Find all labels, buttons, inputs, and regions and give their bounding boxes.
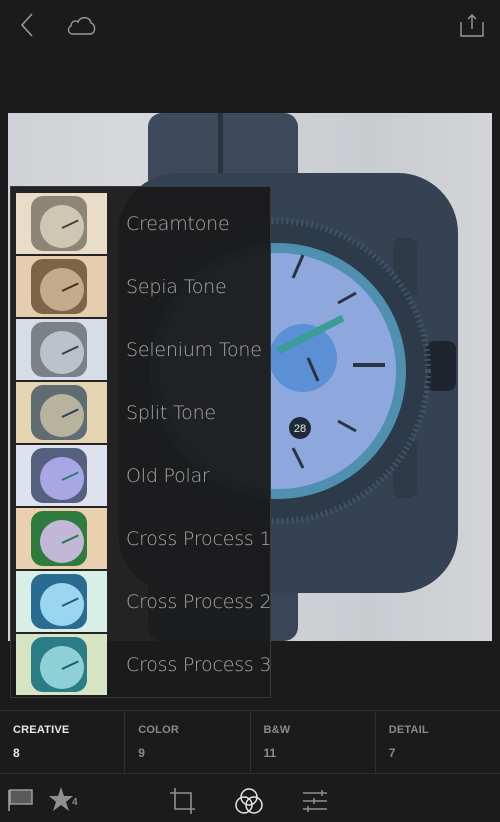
thumbnail-hand — [61, 408, 79, 418]
preset-item[interactable]: Sepia Tone — [16, 256, 266, 319]
thumbnail-watch — [31, 574, 87, 629]
preset-label: Selenium Tone — [126, 339, 262, 361]
preset-thumbnail — [16, 382, 107, 443]
thumbnail-face — [40, 646, 84, 689]
preset-item[interactable]: Old Polar — [16, 445, 266, 508]
share-icon[interactable] — [458, 12, 486, 38]
thumbnail-watch — [31, 322, 87, 377]
tab-color[interactable]: COLOR 9 — [125, 711, 251, 773]
rating-count: 4 — [72, 797, 78, 808]
thumbnail-watch — [31, 385, 87, 440]
thumbnail-watch — [31, 637, 87, 692]
preset-label: Cross Process 3 — [126, 654, 272, 676]
preset-item[interactable]: Cross Process 3 — [16, 634, 272, 697]
thumbnail-face — [40, 205, 84, 248]
tab-label: COLOR — [138, 724, 179, 736]
preset-category-tabs: CREATIVE 8 COLOR 9 B&W 11 DETAIL 7 — [0, 710, 500, 774]
tab-bw[interactable]: B&W 11 — [251, 711, 376, 773]
thumbnail-hand — [61, 597, 79, 607]
adjust-icon[interactable] — [302, 788, 328, 814]
preset-item[interactable]: Creamtone — [16, 193, 266, 256]
preset-thumbnail — [16, 571, 107, 632]
flag-icon[interactable] — [7, 788, 35, 812]
star-icon[interactable] — [48, 786, 74, 812]
thumbnail-face — [40, 268, 84, 311]
thumbnail-hand — [61, 660, 79, 670]
thumbnail-face — [40, 457, 84, 500]
thumbnail-watch — [31, 196, 87, 251]
thumbnail-hand — [61, 345, 79, 355]
thumbnail-hand — [61, 534, 79, 544]
preset-thumbnail — [16, 193, 107, 254]
thumbnail-hand — [61, 219, 79, 229]
thumbnail-face — [40, 331, 84, 374]
preset-label: Old Polar — [126, 465, 210, 487]
tab-count: 7 — [388, 746, 396, 760]
thumbnail-hand — [61, 471, 79, 481]
preset-item[interactable]: Cross Process 1 — [16, 508, 272, 571]
thumbnail-face — [40, 583, 84, 626]
preset-label: Cross Process 1 — [126, 528, 272, 550]
tab-creative[interactable]: CREATIVE 8 — [0, 711, 126, 773]
preset-item[interactable]: Cross Process 2 — [16, 571, 272, 634]
thumbnail-face — [40, 394, 84, 437]
preset-label: Sepia Tone — [126, 276, 227, 298]
preset-item[interactable]: Split Tone — [16, 382, 266, 445]
crop-icon[interactable] — [169, 787, 197, 815]
preset-label: Cross Process 2 — [126, 591, 272, 613]
presets-icon[interactable] — [235, 787, 263, 815]
preset-thumbnail — [16, 319, 107, 380]
date-window: 28 — [294, 423, 306, 435]
preset-label: Split Tone — [126, 402, 216, 424]
tab-count: 9 — [138, 746, 145, 760]
presets-panel: Creamtone Sepia Tone Selenium Tone Split To… — [10, 186, 272, 698]
thumbnail-watch — [31, 259, 87, 314]
tab-label: CREATIVE — [13, 724, 70, 736]
top-bar — [0, 0, 500, 50]
tab-count: 11 — [263, 746, 277, 760]
thumbnail-hand — [61, 282, 79, 292]
preset-item[interactable]: Selenium Tone — [16, 319, 266, 382]
preset-thumbnail — [16, 508, 107, 569]
cloud-icon[interactable] — [66, 13, 98, 37]
preset-label: Creamtone — [126, 213, 230, 235]
tab-detail[interactable]: DETAIL 7 — [376, 711, 500, 773]
thumbnail-watch — [31, 448, 87, 503]
back-icon[interactable] — [18, 12, 38, 38]
preset-thumbnail — [16, 256, 107, 317]
preset-thumbnail — [16, 634, 107, 695]
tab-label: DETAIL — [388, 724, 429, 736]
tab-count: 8 — [13, 746, 20, 760]
tab-label: B&W — [263, 724, 291, 736]
thumbnail-watch — [31, 511, 87, 566]
preset-thumbnail — [16, 445, 107, 506]
thumbnail-face — [40, 520, 84, 563]
